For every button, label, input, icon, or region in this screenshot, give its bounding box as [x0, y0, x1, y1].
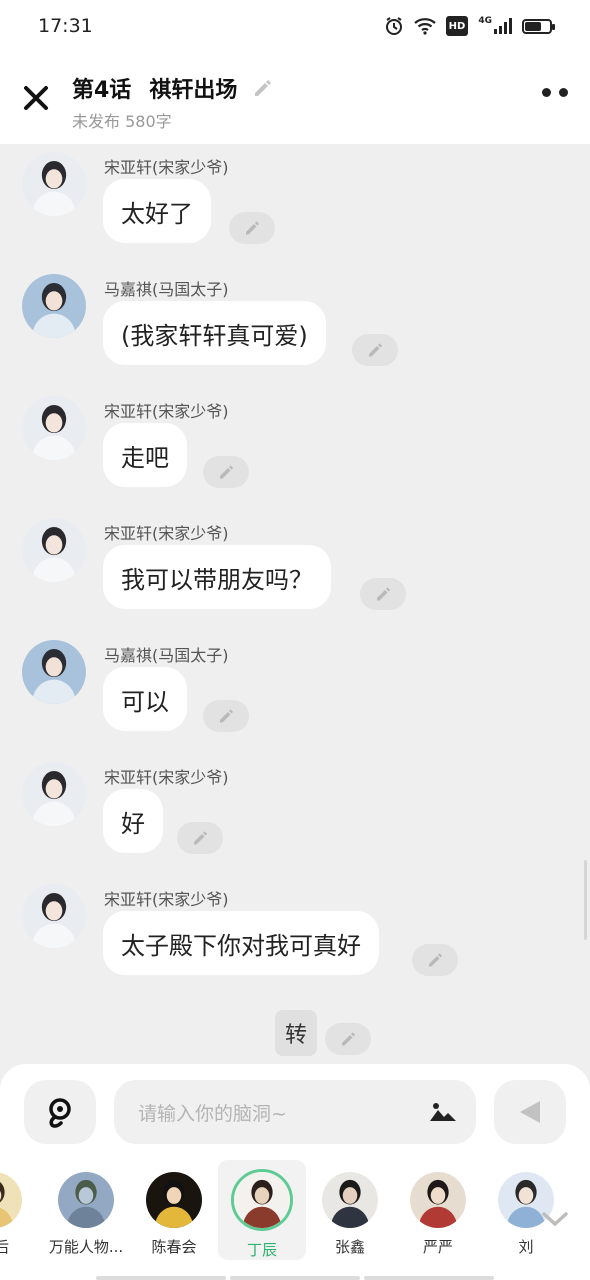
message-bubble[interactable]: 走吧 — [103, 423, 187, 487]
speaker-avatar[interactable] — [22, 884, 86, 948]
character-name: 陈春会 — [151, 1238, 197, 1256]
speaker-avatar[interactable] — [22, 152, 86, 216]
edit-message-pencil-icon[interactable] — [203, 456, 249, 488]
character-option[interactable]: 皇后 — [0, 1160, 38, 1260]
message-bubble[interactable]: 我可以带朋友吗？ — [103, 545, 331, 609]
composer-panel: 请输入你的脑洞~ 皇后 万能人物... 陈春会 丁辰 张鑫 严严 — [0, 1064, 590, 1280]
character-name: 万能人物... — [48, 1238, 124, 1256]
edit-message-pencil-icon[interactable] — [203, 700, 249, 732]
character-option[interactable]: 丁辰 — [218, 1160, 306, 1260]
hd-badge: HD — [445, 16, 469, 36]
speaker-avatar[interactable] — [22, 640, 86, 704]
alarm-icon — [384, 16, 404, 36]
character-avatar — [410, 1172, 466, 1228]
character-name: 皇后 — [0, 1236, 9, 1257]
network-type: 4G — [478, 16, 492, 26]
character-avatar — [322, 1172, 378, 1228]
chat-area[interactable]: 宋亚轩(宋家少爷) 太好了 马嘉祺(马国太子) (我家轩轩真可爱) 宋亚轩(宋家少爷… — [0, 144, 590, 1064]
edit-message-pencil-icon[interactable] — [229, 212, 275, 244]
edit-title-pencil-icon[interactable] — [251, 77, 273, 99]
scrollbar[interactable] — [584, 860, 587, 940]
more-options-icon[interactable] — [542, 88, 568, 97]
message-input[interactable]: 请输入你的脑洞~ — [114, 1080, 476, 1144]
publish-status: 未发布 580字 — [72, 112, 172, 131]
character-option[interactable]: 张鑫 — [306, 1160, 394, 1260]
character-option[interactable]: 万能人物... — [42, 1160, 130, 1260]
character-option[interactable]: 严严 — [394, 1160, 482, 1260]
send-icon — [520, 1101, 540, 1123]
episode-number: 第4话 — [72, 78, 132, 103]
episode-title[interactable]: 祺轩出场 — [149, 72, 237, 104]
character-avatar — [0, 1172, 22, 1228]
character-name: 严严 — [422, 1238, 453, 1256]
speaker-avatar[interactable] — [22, 274, 86, 338]
message-bubble[interactable]: 可以 — [103, 667, 187, 731]
edit-message-pencil-icon[interactable] — [177, 822, 223, 854]
status-time: 17:31 — [38, 15, 93, 37]
speaker-name: 宋亚轩(宋家少爷) — [104, 158, 229, 177]
message-bubble[interactable]: (我家轩轩真可爱) — [103, 301, 326, 365]
edit-message-pencil-icon[interactable] — [352, 334, 398, 366]
status-icons: HD 4G — [384, 16, 555, 36]
message-bubble[interactable]: 太好了 — [103, 179, 211, 243]
wifi-icon — [413, 16, 436, 36]
character-avatar — [231, 1169, 293, 1231]
edit-narration-pencil-icon[interactable] — [325, 1023, 371, 1055]
character-avatar — [58, 1172, 114, 1228]
speaker-avatar[interactable] — [22, 762, 86, 826]
speaker-name: 宋亚轩(宋家少爷) — [104, 524, 229, 543]
status-bar: 17:31 HD 4G — [0, 0, 590, 52]
speaker-avatar[interactable] — [22, 518, 86, 582]
speaker-name: 马嘉祺(马国太子) — [104, 646, 229, 665]
speaker-name: 宋亚轩(宋家少爷) — [104, 402, 229, 421]
message-bubble[interactable]: 好 — [103, 789, 163, 853]
character-name: 丁辰 — [246, 1241, 277, 1259]
voice-input-button[interactable] — [24, 1080, 96, 1144]
home-indicator — [96, 1276, 494, 1280]
character-avatar — [146, 1172, 202, 1228]
character-name: 张鑫 — [334, 1238, 365, 1256]
speaker-avatar[interactable] — [22, 396, 86, 460]
chevron-down-icon[interactable] — [540, 1204, 570, 1234]
send-button[interactable] — [494, 1080, 566, 1144]
close-icon[interactable] — [20, 82, 52, 114]
speaker-name: 马嘉祺(马国太子) — [104, 280, 229, 299]
editor-header: 第4话 祺轩出场 未发布 580字 — [0, 52, 590, 144]
cellular-signal-icon: 4G — [478, 16, 512, 36]
input-placeholder: 请输入你的脑洞~ — [138, 1102, 287, 1125]
edit-message-pencil-icon[interactable] — [412, 944, 458, 976]
image-icon[interactable] — [428, 1100, 458, 1124]
message-bubble[interactable]: 太子殿下你对我可真好 — [103, 911, 379, 975]
battery-level — [525, 21, 541, 31]
battery-icon — [522, 18, 555, 34]
voice-icon — [49, 1098, 71, 1128]
narration-bubble[interactable]: 转 — [275, 1010, 317, 1056]
speaker-name: 宋亚轩(宋家少爷) — [104, 768, 229, 787]
edit-message-pencil-icon[interactable] — [360, 578, 406, 610]
character-name: 刘 — [518, 1238, 534, 1256]
character-selector[interactable]: 皇后 万能人物... 陈春会 丁辰 张鑫 严严 刘 — [0, 1160, 590, 1264]
title-row: 第4话 祺轩出场 — [72, 72, 273, 104]
character-option[interactable]: 陈春会 — [130, 1160, 218, 1260]
speaker-name: 宋亚轩(宋家少爷) — [104, 890, 229, 909]
